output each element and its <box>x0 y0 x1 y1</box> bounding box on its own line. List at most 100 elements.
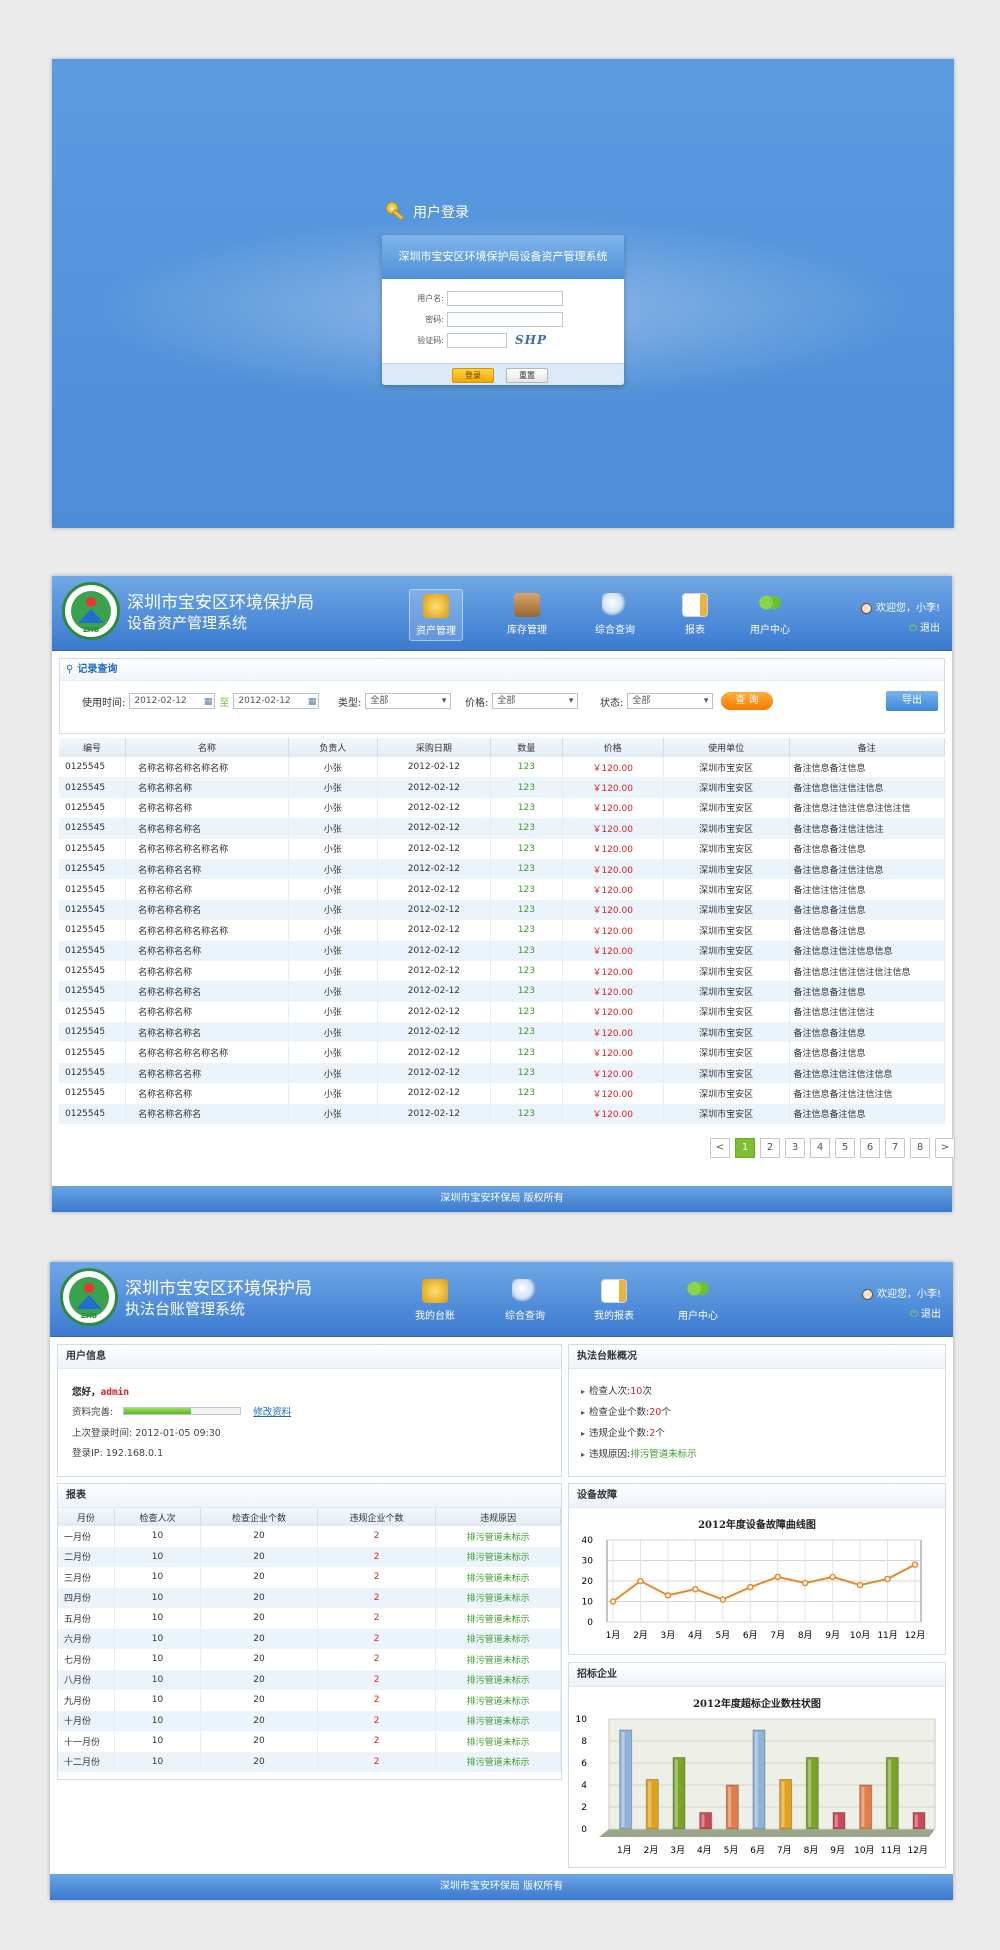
page-button[interactable]: 3 <box>785 1138 805 1158</box>
table-cell: 小张 <box>288 899 378 921</box>
edit-profile-link[interactable]: 修改资料 <box>253 1404 291 1418</box>
logout-link[interactable]: ⏻ 退出 <box>861 619 940 639</box>
nav-report[interactable]: 报表 <box>668 589 722 641</box>
nav-query[interactable]: 综合查询 <box>588 589 642 641</box>
table-row[interactable]: 0125545 名称名称名称 小张 2012-02-12 123 ￥120.00 深圳市宝安… <box>59 960 946 982</box>
table-cell: 名称名称名称 <box>125 960 289 982</box>
table-row[interactable]: 一月份 10 20 2 排污管道未标示 <box>58 1526 561 1547</box>
nav-label: 我的报表 <box>594 1311 634 1322</box>
table-row[interactable]: 0125545 名称名称名称 小张 2012-02-12 123 ￥120.00 深圳市宝安… <box>59 797 946 819</box>
price-select[interactable]: 全部 <box>492 693 579 709</box>
column-header: 检查人次 <box>114 1508 202 1526</box>
username-input[interactable] <box>447 290 563 306</box>
calendar-icon[interactable]: ▦ <box>308 695 317 709</box>
page-button[interactable]: 6 <box>860 1138 880 1158</box>
status-select[interactable]: 全部 <box>627 693 714 709</box>
table-cell: 名称名称名称名 <box>125 1022 289 1043</box>
bar-highlight <box>674 1759 678 1827</box>
table-row[interactable]: 0125545 名称名称名称名称名称 小张 2012-02-12 123 ￥120.00 深… <box>59 1042 946 1063</box>
arrow-icon: ▸ <box>581 1387 586 1396</box>
nav-asset-management[interactable]: 资产管理 <box>409 589 463 641</box>
calendar-icon[interactable]: ▦ <box>204 695 213 709</box>
table-cell: 备注信息信注信注信息 <box>789 777 946 798</box>
nav-my-ledger[interactable]: 我的台账 <box>408 1275 462 1327</box>
table-row[interactable]: 0125545 名称名称名称名 小张 2012-02-12 123 ￥120.00 深圳市宝… <box>59 981 946 1002</box>
table-row[interactable]: 六月份 10 20 2 排污管道未标示 <box>58 1628 561 1649</box>
ledger-panel: ZHB 深圳市宝安区环境保护局 执法台账管理系统 我的台账 综合查询 我的报表 … <box>50 1262 953 1900</box>
type-select[interactable]: 全部 <box>365 693 452 709</box>
nav-user-center[interactable]: 用户中心 <box>743 589 797 641</box>
table-row[interactable]: 0125545 名称名称名称名 小张 2012-02-12 123 ￥120.00 深圳市宝… <box>59 1022 946 1043</box>
table-cell: 深圳市宝安区 <box>663 818 790 839</box>
table-cell: ￥120.00 <box>562 818 664 839</box>
table-row[interactable]: 0125545 名称名称名称名 小张 2012-02-12 123 ￥120.00 深圳市宝… <box>59 818 946 839</box>
table-cell: 0125545 <box>59 1062 127 1084</box>
table-row[interactable]: 0125545 名称名称名称名称名称 小张 2012-02-12 123 ￥120.00 深… <box>59 838 946 859</box>
page-button[interactable]: 1 <box>735 1138 755 1158</box>
captcha-input[interactable] <box>447 332 507 348</box>
y-tick-label: 30 <box>582 1557 594 1567</box>
table-row[interactable]: 八月份 10 20 2 排污管道未标示 <box>58 1669 561 1690</box>
nav-user-center[interactable]: 用户中心 <box>671 1275 725 1327</box>
table-cell: 排污管道未标示 <box>435 1751 561 1772</box>
page-button[interactable]: > <box>935 1138 955 1158</box>
page-button[interactable]: 7 <box>885 1138 905 1158</box>
overview-value: 10 <box>630 1386 643 1397</box>
table-cell: 123 <box>490 1083 563 1104</box>
table-cell: ￥120.00 <box>562 1083 664 1104</box>
login-button[interactable]: 登录 <box>452 368 494 383</box>
table-cell: 2012-02-12 <box>377 1083 492 1104</box>
table-row[interactable]: 九月份 10 20 2 排污管道未标示 <box>58 1690 561 1711</box>
date-from-input[interactable]: 2012-02-12 ▦ <box>129 693 216 709</box>
data-point <box>774 1573 781 1581</box>
page-button[interactable]: 8 <box>910 1138 930 1158</box>
table-cell: 小张 <box>288 1062 378 1084</box>
page-button[interactable]: < <box>710 1138 730 1158</box>
asset-header: ZHB 深圳市宝安区环境保护局 设备资产管理系统 资产管理 库存管理 综合查询 … <box>52 576 952 651</box>
table-row[interactable]: 0125545 名称名称名称名 小张 2012-02-12 123 ￥120.00 深圳市宝… <box>59 899 946 921</box>
page-button[interactable]: 4 <box>810 1138 830 1158</box>
box-icon <box>514 593 540 617</box>
table-row[interactable]: 七月份 10 20 2 排污管道未标示 <box>58 1649 561 1670</box>
table-row[interactable]: 0125545 名称名称名名称 小张 2012-02-12 123 ￥120.00 深圳市宝… <box>59 940 946 961</box>
nav-inventory[interactable]: 库存管理 <box>500 589 554 641</box>
captcha-image[interactable]: SHP <box>515 333 547 347</box>
table-row[interactable]: 0125545 名称名称名名称 小张 2012-02-12 123 ￥120.00 深圳市宝… <box>59 1062 946 1084</box>
table-row[interactable]: 0125545 名称名称名称 小张 2012-02-12 123 ￥120.00 深圳市宝安… <box>59 1001 946 1023</box>
x-tick-label: 5月 <box>724 1845 739 1856</box>
table-row[interactable]: 0125545 名称名称名称名 小张 2012-02-12 123 ￥120.00 深圳市宝… <box>59 1103 946 1125</box>
table-row[interactable]: 五月份 10 20 2 排污管道未标示 <box>58 1608 561 1629</box>
page-button[interactable]: 2 <box>760 1138 780 1158</box>
table-row[interactable]: 0125545 名称名称名称 小张 2012-02-12 123 ￥120.00 深圳市宝安… <box>59 1083 946 1104</box>
table-cell: 20 <box>200 1731 318 1752</box>
date-to-input[interactable]: 2012-02-12 ▦ <box>233 693 320 709</box>
table-row[interactable]: 0125545 名称名称名名称 小张 2012-02-12 123 ￥120.00 深圳市宝… <box>59 858 946 880</box>
password-input[interactable] <box>447 311 563 327</box>
nav-my-report[interactable]: 我的报表 <box>587 1275 641 1327</box>
table-row[interactable]: 0125545 名称名称名称 小张 2012-02-12 123 ￥120.00 深圳市宝安… <box>59 879 946 900</box>
page-button[interactable]: 5 <box>835 1138 855 1158</box>
table-row[interactable]: 0125545 名称名称名称 小张 2012-02-12 123 ￥120.00 深圳市宝安… <box>59 777 946 798</box>
table-header: 编号 名称 负责人 采购日期 数量 价格 使用单位 备注 <box>59 738 946 757</box>
table-cell: 20 <box>200 1649 318 1670</box>
table-cell: 123 <box>490 838 563 859</box>
reset-button[interactable]: 重置 <box>506 368 548 383</box>
table-row[interactable]: 十一月份 10 20 2 排污管道未标示 <box>58 1731 561 1752</box>
column-header: 月份 <box>58 1508 115 1526</box>
fault-chart-box: 设备故障 2012年度设备故障曲线图 0 10 20 30 40 1月 2月 3月 4月 5月 6月… <box>568 1483 946 1655</box>
nav-query[interactable]: 综合查询 <box>498 1275 552 1327</box>
table-row[interactable]: 四月份 10 20 2 排污管道未标示 <box>58 1587 561 1608</box>
query-button[interactable]: 查 询 <box>721 692 773 710</box>
table-row[interactable]: 二月份 10 20 2 排污管道未标示 <box>58 1546 561 1567</box>
users-icon <box>685 1279 711 1303</box>
completeness-bar <box>123 1407 242 1415</box>
table-row[interactable]: 0125545 名称名称名称名称名称 小张 2012-02-12 123 ￥120.00 深… <box>59 920 946 941</box>
table-row[interactable]: 三月份 10 20 2 排污管道未标示 <box>58 1567 561 1588</box>
table-row[interactable]: 十月份 10 20 2 排污管道未标示 <box>58 1710 561 1731</box>
export-button[interactable]: 导出 <box>886 691 938 711</box>
table-row[interactable]: 0125545 名称名称名称名称名称 小张 2012-02-12 123 ￥120.00 深… <box>59 757 946 778</box>
table-cell: 10 <box>114 1608 202 1629</box>
table-row[interactable]: 十二月份 10 20 2 排污管道未标示 <box>58 1751 561 1772</box>
plot-floor <box>599 1829 935 1837</box>
logout-link[interactable]: ⏻ 退出 <box>862 1305 941 1325</box>
